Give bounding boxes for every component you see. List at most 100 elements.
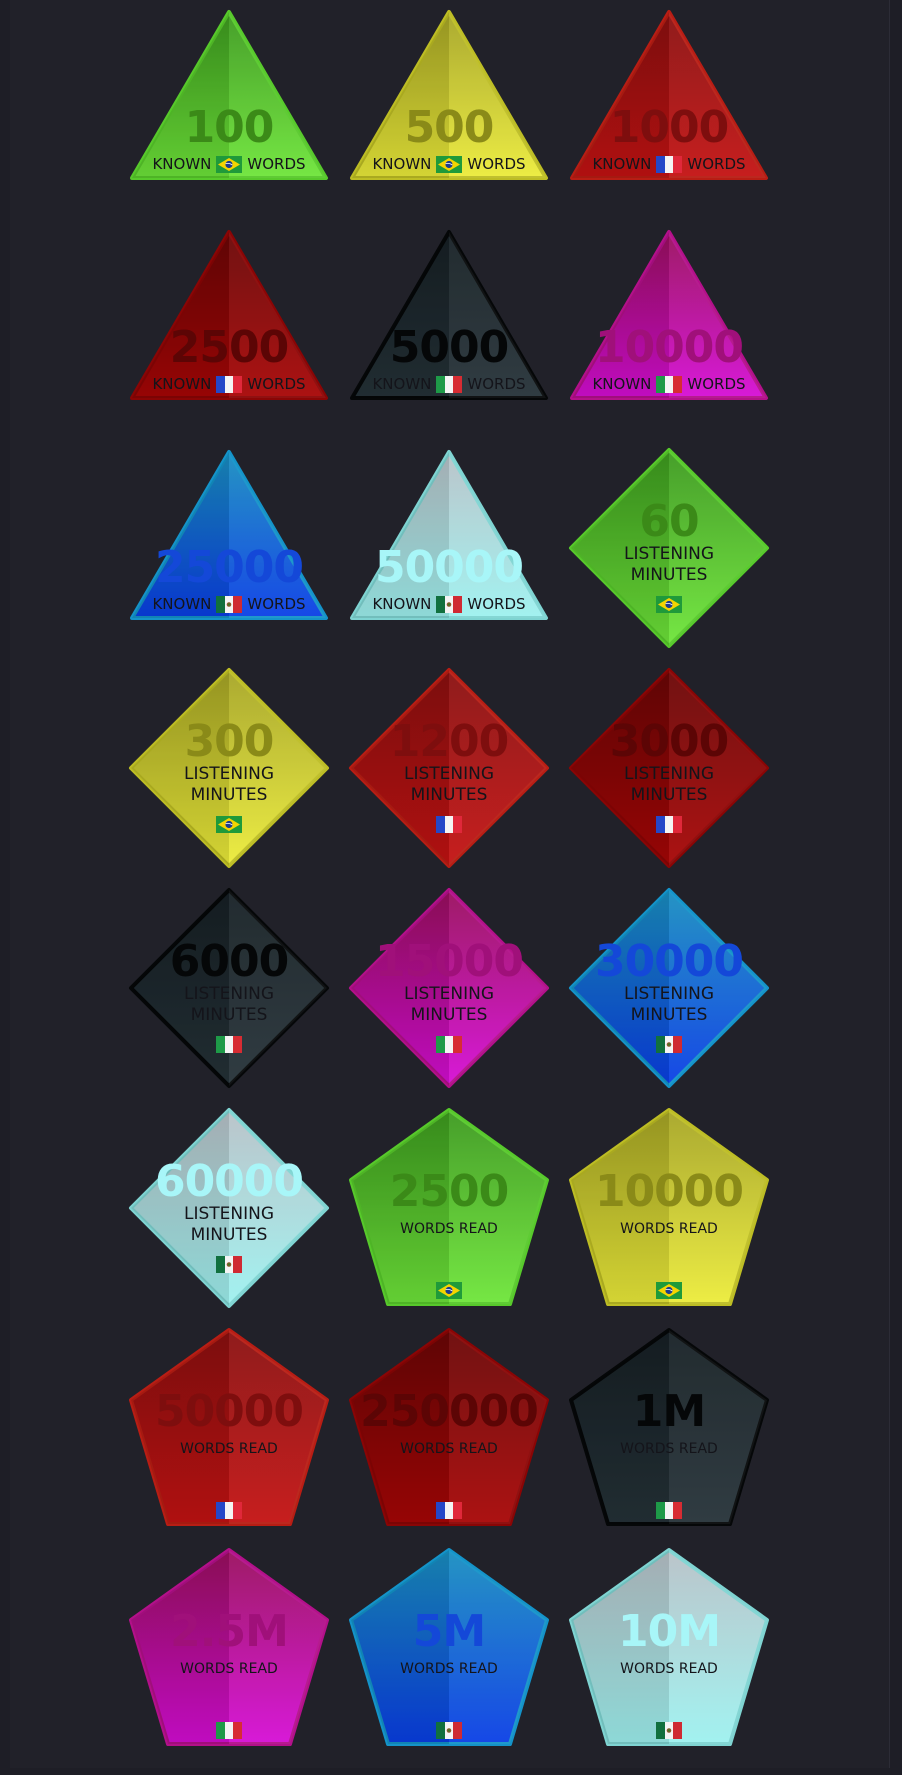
mexico-flag-icon bbox=[216, 1256, 242, 1273]
badge-label-row: KNOWN WORDS bbox=[129, 156, 329, 173]
mexico-flag-icon bbox=[656, 1036, 682, 1053]
badge-label-row: KNOWN WORDS bbox=[129, 596, 329, 613]
badge-pentagon[interactable]: 2.5M WORDS READ bbox=[129, 1548, 329, 1748]
badge-pentagon[interactable]: 10000 WORDS READ bbox=[569, 1108, 769, 1308]
badge-value: 30000 bbox=[594, 936, 744, 987]
badge-label: KNOWN bbox=[592, 375, 652, 393]
badge-value: 5M bbox=[412, 1606, 486, 1657]
badge-label-row: KNOWN WORDS bbox=[349, 376, 549, 393]
badge-pentagon[interactable]: 250000 WORDS READ bbox=[349, 1328, 549, 1528]
badge-label-secondary: WORDS bbox=[687, 375, 746, 393]
badge-label-secondary: MINUTES bbox=[410, 1005, 488, 1025]
brazil-flag-icon bbox=[216, 816, 242, 833]
badge-value: 10M bbox=[617, 1606, 721, 1657]
badge-label: LISTENING bbox=[403, 764, 495, 784]
brazil-flag-icon bbox=[436, 1282, 462, 1299]
badge-label-secondary: MINUTES bbox=[630, 785, 708, 805]
badge-diamond[interactable]: 3000 LISTENING MINUTES bbox=[569, 668, 769, 868]
badge-label: KNOWN bbox=[372, 595, 432, 613]
badge-diamond[interactable]: 6000 LISTENING MINUTES bbox=[129, 888, 329, 1088]
badge-label: WORDS READ bbox=[400, 1221, 498, 1237]
badge-label-secondary: MINUTES bbox=[190, 1005, 268, 1025]
badge-label: KNOWN bbox=[152, 375, 212, 393]
badge-label-secondary: WORDS bbox=[467, 375, 526, 393]
badge-diamond[interactable]: 1200 LISTENING MINUTES bbox=[349, 668, 549, 868]
brazil-flag-icon bbox=[216, 156, 243, 173]
badge-pentagon[interactable]: 2500 WORDS READ bbox=[349, 1108, 549, 1308]
badge-triangle[interactable]: 50000 KNOWN WORDS bbox=[349, 448, 549, 648]
badge-diamond[interactable]: 300 LISTENING MINUTES bbox=[129, 668, 329, 868]
badge-label: WORDS READ bbox=[180, 1661, 278, 1677]
badge-pentagon[interactable]: 10M WORDS READ bbox=[569, 1548, 769, 1748]
badge-value: 60 bbox=[639, 496, 699, 547]
badge-label-secondary: MINUTES bbox=[630, 565, 708, 585]
badge-pentagon[interactable]: 5M WORDS READ bbox=[349, 1548, 549, 1748]
badge-label: LISTENING bbox=[403, 984, 495, 1004]
badge-label-row: KNOWN WORDS bbox=[349, 596, 549, 613]
badge-value: 50000 bbox=[154, 1386, 304, 1437]
badge-triangle[interactable]: 5000 KNOWN WORDS bbox=[349, 228, 549, 428]
badge-label-secondary: WORDS bbox=[247, 155, 306, 173]
badge-label: WORDS READ bbox=[620, 1441, 718, 1457]
badge-label: KNOWN bbox=[152, 155, 212, 173]
badge-triangle[interactable]: 1000 KNOWN WORDS bbox=[569, 8, 769, 208]
badge-value: 1200 bbox=[389, 716, 509, 767]
badge-value: 3000 bbox=[609, 716, 729, 767]
badge-label: WORDS READ bbox=[400, 1441, 498, 1457]
badge-label: KNOWN bbox=[592, 155, 652, 173]
italy-flag-icon bbox=[216, 1722, 242, 1739]
badge-value: 15000 bbox=[374, 936, 524, 987]
badge-value: 60000 bbox=[154, 1156, 304, 1207]
badge-value: 2500 bbox=[389, 1166, 509, 1217]
italy-flag-icon bbox=[656, 1502, 682, 1519]
badge-label-secondary: WORDS bbox=[467, 155, 526, 173]
badge-triangle[interactable]: 2500 KNOWN WORDS bbox=[129, 228, 329, 428]
badge-pentagon[interactable]: 1M WORDS READ bbox=[569, 1328, 769, 1528]
badge-label: KNOWN bbox=[372, 155, 432, 173]
badge-label-secondary: WORDS bbox=[687, 155, 746, 173]
badge-label-secondary: MINUTES bbox=[190, 785, 268, 805]
badge-label-secondary: MINUTES bbox=[630, 1005, 708, 1025]
mexico-flag-icon bbox=[436, 1722, 462, 1739]
badge-value: 2.5M bbox=[170, 1606, 289, 1657]
brazil-flag-icon bbox=[656, 1282, 682, 1299]
mexico-flag-icon bbox=[656, 1722, 682, 1739]
badge-label-row: KNOWN WORDS bbox=[129, 376, 329, 393]
brazil-flag-icon bbox=[436, 156, 463, 173]
badge-triangle[interactable]: 500 KNOWN WORDS bbox=[349, 8, 549, 208]
badge-value: 250000 bbox=[360, 1386, 539, 1437]
badge-triangle[interactable]: 25000 KNOWN WORDS bbox=[129, 448, 329, 648]
badge-value: 100 bbox=[184, 102, 275, 153]
badge-label-row: KNOWN WORDS bbox=[569, 156, 769, 173]
badge-label: LISTENING bbox=[623, 544, 715, 564]
badge-diamond[interactable]: 30000 LISTENING MINUTES bbox=[569, 888, 769, 1088]
france-flag-icon bbox=[216, 1502, 242, 1519]
badge-value: 300 bbox=[184, 716, 275, 767]
badge-value: 6000 bbox=[169, 936, 289, 987]
badge-grid: 100 KNOWN WORDS 500 KNOWN WORDS 1000 KNOWN WORDS… bbox=[0, 0, 902, 1775]
badge-label: LISTENING bbox=[183, 1204, 275, 1224]
badge-label: KNOWN bbox=[372, 375, 432, 393]
badge-value: 2500 bbox=[169, 322, 289, 373]
badge-label: WORDS READ bbox=[400, 1661, 498, 1677]
badge-label-secondary: MINUTES bbox=[190, 1225, 268, 1245]
badge-label: WORDS READ bbox=[620, 1221, 718, 1237]
badge-diamond[interactable]: 15000 LISTENING MINUTES bbox=[349, 888, 549, 1088]
badge-value: 50000 bbox=[374, 542, 524, 593]
badge-diamond[interactable]: 60000 LISTENING MINUTES bbox=[129, 1108, 329, 1308]
france-flag-icon bbox=[656, 816, 682, 833]
badge-label: WORDS READ bbox=[620, 1661, 718, 1677]
badge-value: 25000 bbox=[154, 542, 304, 593]
badge-triangle[interactable]: 100 KNOWN WORDS bbox=[129, 8, 329, 208]
badge-value: 1M bbox=[632, 1386, 706, 1437]
italy-flag-icon bbox=[216, 1036, 242, 1053]
mexico-flag-icon bbox=[436, 596, 463, 613]
badge-label-secondary: WORDS bbox=[247, 595, 306, 613]
badge-diamond[interactable]: 60 LISTENING MINUTES bbox=[569, 448, 769, 648]
badge-pentagon[interactable]: 50000 WORDS READ bbox=[129, 1328, 329, 1528]
italy-flag-icon bbox=[436, 1036, 462, 1053]
badge-label-secondary: WORDS bbox=[247, 375, 306, 393]
badge-label-row: KNOWN WORDS bbox=[349, 156, 549, 173]
badge-triangle[interactable]: 10000 KNOWN WORDS bbox=[569, 228, 769, 428]
italy-flag-icon bbox=[436, 376, 463, 393]
